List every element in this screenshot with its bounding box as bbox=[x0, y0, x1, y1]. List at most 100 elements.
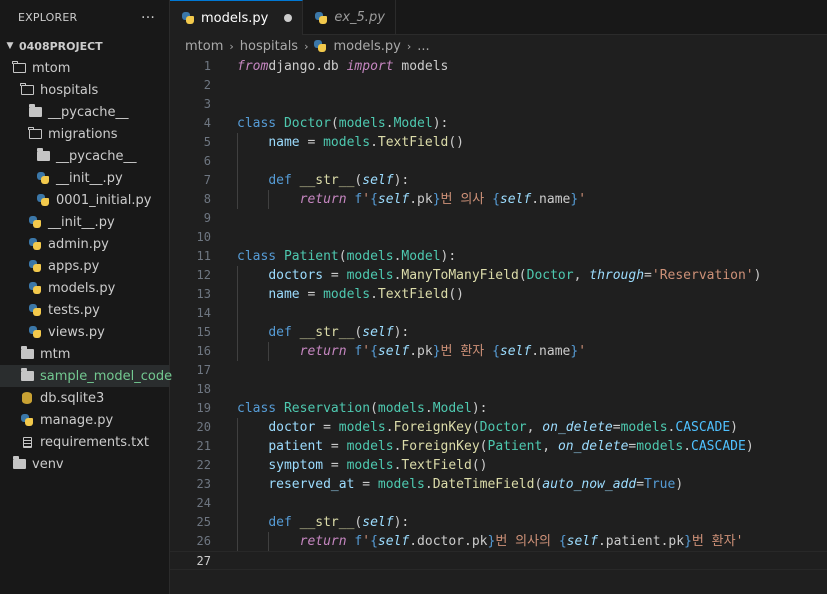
code-line[interactable]: 13 name = models.TextField() bbox=[170, 285, 827, 304]
code-line[interactable]: 4 class Doctor(models.Model): bbox=[170, 114, 827, 133]
code-token: class bbox=[237, 116, 277, 131]
code-line[interactable]: 26 return f'{self.doctor.pk}번 의사의 {self.… bbox=[170, 532, 827, 551]
tree-item[interactable]: __init__.py bbox=[0, 211, 169, 233]
more-actions-button[interactable]: ··· bbox=[141, 10, 155, 26]
tree-item[interactable]: venv bbox=[0, 453, 169, 475]
python-icon bbox=[314, 40, 327, 52]
code-line[interactable]: 7 def __str__(self): bbox=[170, 171, 827, 190]
code-token: on_delete bbox=[557, 439, 629, 454]
code-line[interactable]: 10 bbox=[170, 228, 827, 247]
code-text: doctor = models.ForeignKey(Doctor, on_de… bbox=[237, 418, 738, 437]
tab-label: ex_5.py bbox=[334, 10, 385, 25]
chevron-right-icon: › bbox=[229, 39, 234, 53]
code-token: self bbox=[377, 192, 410, 207]
tree-item[interactable]: tests.py bbox=[0, 299, 169, 321]
explorer-header: EXPLORER ··· bbox=[0, 0, 169, 35]
code-line[interactable]: 1 fromdjango.db import models bbox=[170, 57, 827, 76]
code-token: 번 의사의 bbox=[495, 534, 559, 549]
tree-item[interactable]: __init__.py bbox=[0, 167, 169, 189]
code-editor[interactable]: 1 fromdjango.db import models 2 3 4 class Doc… bbox=[170, 57, 827, 594]
code-token: reserved_at bbox=[268, 477, 355, 492]
line-number: 20 bbox=[196, 420, 211, 434]
code-line[interactable]: 8 return f'{self.pk}번 의사 {self.name}' bbox=[170, 190, 827, 209]
tree-item[interactable]: views.py bbox=[0, 321, 169, 343]
code-line[interactable]: 18 bbox=[170, 380, 827, 399]
tree-item-label: requirements.txt bbox=[40, 434, 150, 450]
code-token: Model bbox=[393, 116, 433, 131]
code-line[interactable]: 11 class Patient(models.Model): bbox=[170, 247, 827, 266]
code-line[interactable]: 25 def __str__(self): bbox=[170, 513, 827, 532]
tab-models-py[interactable]: models.py bbox=[170, 0, 304, 35]
unsaved-dot-icon[interactable] bbox=[284, 14, 293, 22]
code-token: Doctor bbox=[526, 268, 574, 283]
tree-item[interactable]: requirements.txt bbox=[0, 431, 169, 453]
code-line[interactable]: 15 def __str__(self): bbox=[170, 323, 827, 342]
project-root[interactable]: ▼ 0408PROJECT bbox=[0, 35, 169, 57]
code-token: import bbox=[346, 59, 394, 74]
folder-closed-icon bbox=[36, 148, 50, 163]
code-token: doctor bbox=[268, 420, 316, 435]
tree-item[interactable]: manage.py bbox=[0, 409, 169, 431]
code-token: .name bbox=[531, 344, 571, 359]
code-token: models bbox=[393, 59, 449, 74]
code-line[interactable]: 5 name = models.TextField() bbox=[170, 133, 827, 152]
tree-item[interactable]: mtom bbox=[0, 57, 169, 79]
code-token: class bbox=[237, 401, 277, 416]
tree-item[interactable]: db.sqlite3 bbox=[0, 387, 169, 409]
code-line[interactable]: 9 bbox=[170, 209, 827, 228]
breadcrumb-ellipsis[interactable]: ... bbox=[417, 39, 429, 54]
line-number: 23 bbox=[196, 477, 211, 491]
tree-item[interactable]: migrations bbox=[0, 123, 169, 145]
line-number: 8 bbox=[203, 192, 211, 206]
line-number: 1 bbox=[203, 59, 211, 73]
code-line[interactable]: 3 bbox=[170, 95, 827, 114]
folder-closed-icon bbox=[20, 368, 34, 383]
breadcrumb-item[interactable]: mtom bbox=[185, 39, 223, 54]
tab-ex-5-py[interactable]: ex_5.py bbox=[303, 0, 396, 35]
code-line[interactable]: 27 bbox=[170, 551, 827, 570]
code-token: auto_now_add bbox=[542, 477, 637, 492]
code-line[interactable]: 2 bbox=[170, 76, 827, 95]
python-icon bbox=[20, 413, 34, 427]
breadcrumb-file[interactable]: models.py bbox=[333, 39, 400, 54]
line-number: 3 bbox=[203, 97, 211, 111]
code-line[interactable]: 23 reserved_at = models.DateTimeField(au… bbox=[170, 475, 827, 494]
code-line[interactable]: 20 doctor = models.ForeignKey(Doctor, on… bbox=[170, 418, 827, 437]
code-token: () bbox=[471, 458, 488, 473]
code-line[interactable]: 16 return f'{self.pk}번 환자 {self.name}' bbox=[170, 342, 827, 361]
code-line[interactable]: 6 bbox=[170, 152, 827, 171]
tree-item[interactable]: admin.py bbox=[0, 233, 169, 255]
tree-item-label: db.sqlite3 bbox=[40, 390, 105, 406]
code-line[interactable]: 19 class Reservation(models.Model): bbox=[170, 399, 827, 418]
tree-item[interactable]: __pycache__ bbox=[0, 145, 169, 167]
code-token: ): bbox=[393, 515, 410, 530]
tree-item[interactable]: apps.py bbox=[0, 255, 169, 277]
tree-item[interactable]: hospitals bbox=[0, 79, 169, 101]
tree-item-label: mtm bbox=[40, 346, 71, 362]
code-line[interactable]: 17 bbox=[170, 361, 827, 380]
tree-item-label: views.py bbox=[48, 324, 105, 340]
breadcrumb-item[interactable]: hospitals bbox=[240, 39, 298, 54]
code-line[interactable]: 22 symptom = models.TextField() bbox=[170, 456, 827, 475]
tree-item[interactable]: sample_model_code bbox=[0, 365, 172, 387]
code-token: Doctor bbox=[283, 116, 331, 131]
code-line[interactable]: 14 bbox=[170, 304, 827, 323]
code-line[interactable]: 21 patient = models. ForeignKey(Patient, … bbox=[170, 437, 827, 456]
code-line[interactable]: 24 bbox=[170, 494, 827, 513]
code-line[interactable]: 12 doctors = models.ManyToManyField(Doct… bbox=[170, 266, 827, 285]
tree-item[interactable]: __pycache__ bbox=[0, 101, 169, 123]
tree-item[interactable]: 0001_initial.py bbox=[0, 189, 169, 211]
code-text: name = models.TextField() bbox=[237, 133, 464, 152]
code-token: ) bbox=[730, 420, 738, 435]
code-token: models bbox=[346, 458, 394, 473]
tree-item[interactable]: mtm bbox=[0, 343, 169, 365]
code-token: DateTimeField bbox=[432, 477, 535, 492]
tree-item[interactable]: models.py bbox=[0, 277, 169, 299]
